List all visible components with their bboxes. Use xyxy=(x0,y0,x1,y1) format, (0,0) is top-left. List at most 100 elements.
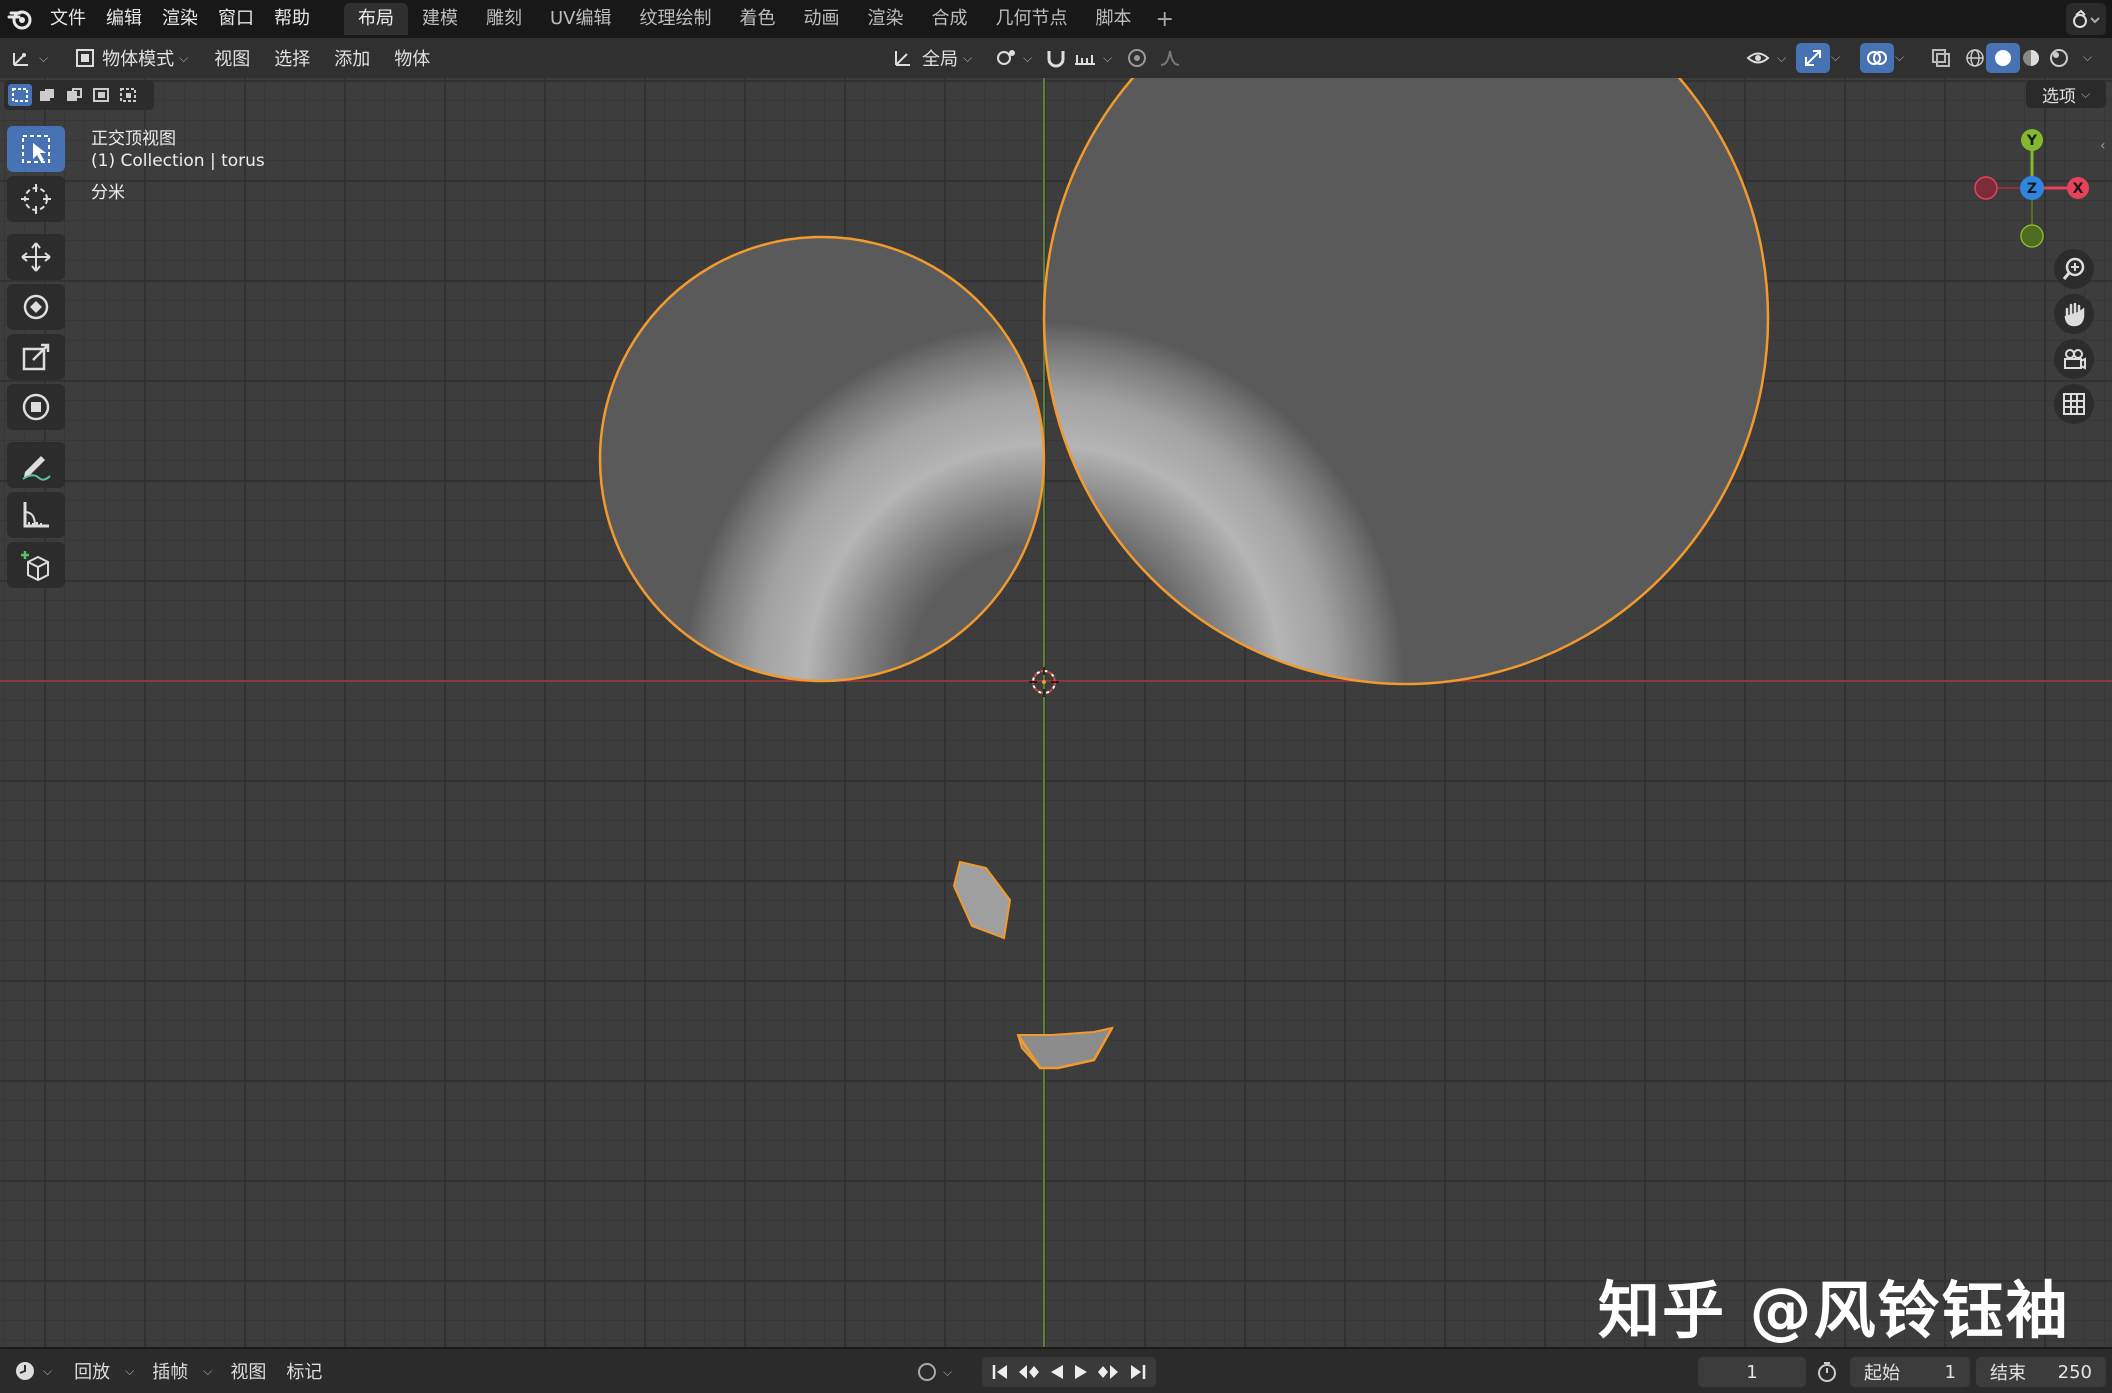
preview-range-toggle[interactable] xyxy=(1812,1357,1842,1387)
play-icon[interactable] xyxy=(1072,1363,1090,1381)
transform-tool[interactable] xyxy=(7,384,65,430)
end-frame-field[interactable]: 结束 250 xyxy=(1976,1357,2106,1387)
magnet-icon xyxy=(1047,51,1065,68)
menu-playback[interactable]: 回放 xyxy=(64,1358,120,1384)
blender-logo-icon[interactable] xyxy=(0,0,40,38)
navigation-gizmo[interactable]: X Y Z xyxy=(1964,124,2094,254)
auto-keying-toggle[interactable]: ⌵ xyxy=(916,1361,952,1383)
scale-tool[interactable] xyxy=(7,334,65,380)
overlays-toggle[interactable] xyxy=(1860,43,1894,73)
select-subtract-icon[interactable] xyxy=(62,84,86,106)
jump-start-icon[interactable] xyxy=(991,1363,1011,1381)
measure-tool[interactable] xyxy=(7,492,65,538)
menu-window[interactable]: 窗口 xyxy=(208,0,264,38)
tab-animation[interactable]: 动画 xyxy=(790,3,854,35)
selection-mode-bar xyxy=(4,80,154,110)
chevron-down-icon[interactable]: ⌵ xyxy=(1831,50,1840,65)
play-reverse-icon[interactable] xyxy=(1048,1363,1066,1381)
start-frame-label: 起始 xyxy=(1864,1363,1900,1384)
transform-icon xyxy=(22,393,50,421)
3d-viewport[interactable] xyxy=(0,78,2112,1347)
camera-view-button[interactable] xyxy=(2054,339,2094,379)
select-invert-icon[interactable] xyxy=(89,84,113,106)
menu-select[interactable]: 选择 xyxy=(262,45,322,71)
menu-marker[interactable]: 标记 xyxy=(276,1358,332,1384)
perspective-toggle-button[interactable] xyxy=(2054,384,2094,424)
jump-end-icon[interactable] xyxy=(1127,1363,1147,1381)
cursor-icon xyxy=(21,184,51,214)
mode-label: 物体模式 xyxy=(102,49,175,70)
pan-button[interactable] xyxy=(2054,294,2094,334)
gizmo-toggle[interactable] xyxy=(1796,43,1830,73)
chevron-down-icon: ⌵ xyxy=(2080,86,2091,101)
editor-type-button[interactable]: ⌵ xyxy=(4,43,54,73)
material-sphere-icon xyxy=(2023,50,2039,66)
chevron-down-icon: ⌵ xyxy=(125,1363,135,1378)
rotate-icon xyxy=(23,294,49,320)
select-intersect-icon[interactable] xyxy=(116,84,140,106)
pivot-icon xyxy=(997,50,1015,65)
xray-toggle[interactable] xyxy=(1924,43,1958,73)
tab-modeling[interactable]: 建模 xyxy=(408,3,472,35)
menu-render[interactable]: 渲染 xyxy=(152,0,208,38)
tab-layout[interactable]: 布局 xyxy=(344,3,408,35)
start-frame-field[interactable]: 起始 1 xyxy=(1850,1357,1970,1387)
tab-compositing[interactable]: 合成 xyxy=(918,3,982,35)
select-box-tool[interactable] xyxy=(7,126,65,172)
zoom-icon xyxy=(2062,257,2085,280)
chevron-down-icon: ⌵ xyxy=(203,1363,213,1378)
chevron-down-icon[interactable]: ⌵ xyxy=(2083,50,2092,65)
tab-uv-editing[interactable]: UV编辑 xyxy=(536,3,626,35)
menu-timeline-view[interactable]: 视图 xyxy=(220,1358,276,1384)
torus-object[interactable] xyxy=(0,78,2112,1347)
tab-shading[interactable]: 着色 xyxy=(726,3,790,35)
cursor-tool[interactable] xyxy=(7,176,65,222)
add-cube-tool[interactable] xyxy=(7,542,65,588)
shading-rendered[interactable] xyxy=(2042,43,2076,73)
select-extend-icon[interactable] xyxy=(35,84,59,106)
tab-rendering[interactable]: 渲染 xyxy=(854,3,918,35)
scene-selector-button[interactable] xyxy=(2066,3,2106,35)
falloff-dropdown[interactable] xyxy=(1152,43,1194,73)
next-keyframe-icon[interactable] xyxy=(1096,1363,1120,1381)
move-tool[interactable] xyxy=(7,234,65,280)
menu-view[interactable]: 视图 xyxy=(202,45,262,71)
rotate-tool[interactable] xyxy=(7,284,65,330)
annotate-tool[interactable] xyxy=(7,442,65,488)
current-frame-field[interactable]: 1 xyxy=(1698,1357,1806,1387)
tab-sculpting[interactable]: 雕刻 xyxy=(472,3,536,35)
options-dropdown[interactable]: 选项 ⌵ xyxy=(2026,80,2106,108)
add-workspace-button[interactable]: + xyxy=(1146,7,1184,32)
snap-target-dropdown[interactable]: ⌵ xyxy=(1066,43,1118,73)
prev-keyframe-icon[interactable] xyxy=(1017,1363,1041,1381)
3d-cursor-icon[interactable] xyxy=(1029,667,1059,697)
mode-dropdown[interactable]: 物体模式 ⌵ xyxy=(68,43,194,73)
transform-orientation-dropdown[interactable]: 全局 ⌵ xyxy=(886,43,978,73)
zoom-button[interactable] xyxy=(2054,249,2094,289)
pencil-icon xyxy=(22,456,51,481)
chevron-down-icon: ⌵ xyxy=(1103,50,1113,65)
wireframe-sphere-icon xyxy=(1966,49,1984,67)
menu-keying[interactable]: 插帧 xyxy=(142,1358,198,1384)
workspace-tabs: 布局 建模 雕刻 UV编辑 纹理绘制 着色 动画 渲染 合成 几何节点 脚本 + xyxy=(344,0,1184,38)
menu-edit[interactable]: 编辑 xyxy=(96,0,152,38)
timeline-editor-type-button[interactable]: ⌵ xyxy=(8,1356,58,1386)
visibility-dropdown[interactable]: ⌵ xyxy=(1740,43,1792,73)
pivot-point-dropdown[interactable]: ⌵ xyxy=(988,43,1038,73)
menu-file[interactable]: 文件 xyxy=(40,0,96,38)
select-new-icon[interactable] xyxy=(8,84,32,106)
menu-add[interactable]: 添加 xyxy=(322,45,382,71)
chevron-down-icon[interactable]: ⌵ xyxy=(1895,50,1904,65)
rendered-sphere-icon xyxy=(2050,49,2068,67)
proportional-editing-toggle[interactable] xyxy=(1120,43,1154,73)
tab-scripting[interactable]: 脚本 xyxy=(1082,3,1146,35)
sidebar-collapse-icon[interactable]: ‹ xyxy=(2100,138,2106,154)
gizmo-x-label: X xyxy=(2073,181,2084,197)
scale-icon xyxy=(22,343,50,371)
tab-geometry-nodes[interactable]: 几何节点 xyxy=(982,3,1082,35)
end-frame-value: 250 xyxy=(2057,1361,2092,1383)
gizmo-icon xyxy=(1805,50,1821,66)
menu-object[interactable]: 物体 xyxy=(382,45,442,71)
tab-texture-paint[interactable]: 纹理绘制 xyxy=(626,3,726,35)
menu-help[interactable]: 帮助 xyxy=(264,0,320,38)
